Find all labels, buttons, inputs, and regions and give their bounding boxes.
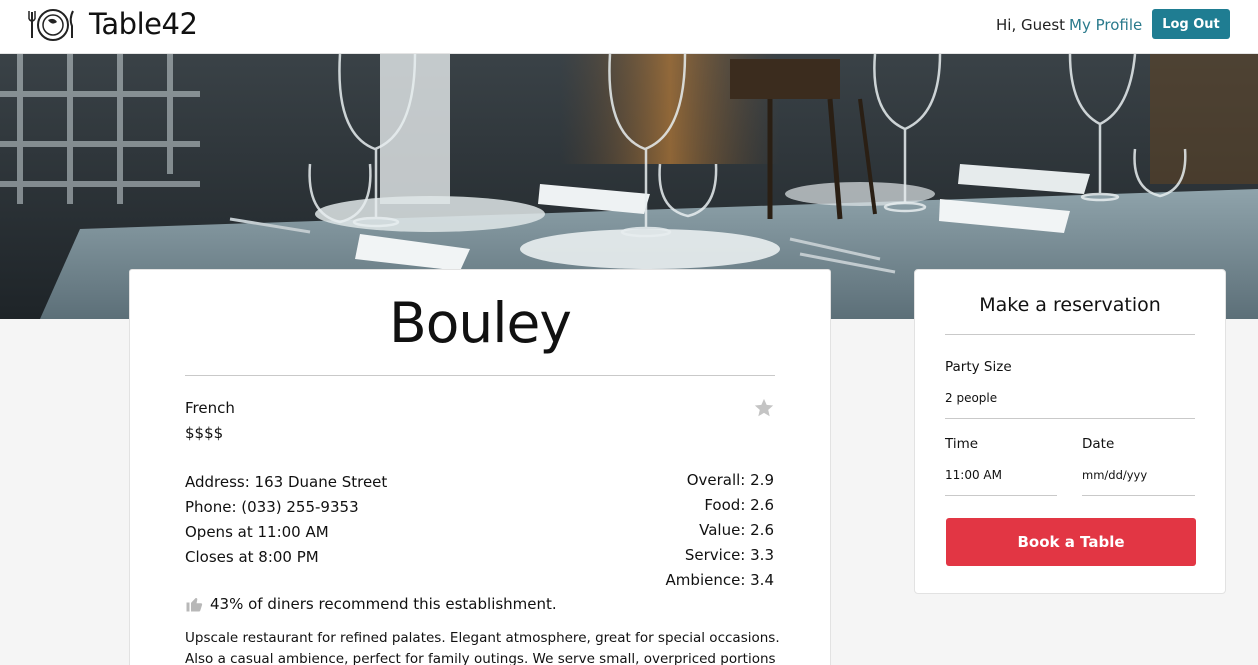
date-label: Date: [1082, 436, 1115, 452]
plate-fork-knife-icon[interactable]: [28, 6, 76, 44]
party-size-select[interactable]: 2 people: [945, 390, 1195, 419]
top-navbar: Table42 Hi, Guest My Profile Log Out: [0, 0, 1258, 54]
recommendation-text: 43% of diners recommend this establishme…: [210, 595, 557, 613]
rating-food: Food: 2.6: [704, 496, 774, 514]
reservation-title: Make a reservation: [979, 294, 1161, 316]
recommendation-row: 43% of diners recommend this establishme…: [185, 594, 557, 614]
star-icon[interactable]: [753, 397, 775, 419]
divider: [945, 334, 1195, 335]
party-size-label: Party Size: [945, 359, 1012, 375]
rating-service: Service: 3.3: [684, 546, 774, 564]
log-out-button[interactable]: Log Out: [1152, 9, 1230, 39]
cuisine-label: French: [185, 399, 235, 417]
user-greeting: Hi, Guest: [996, 16, 1066, 34]
time-label: Time: [945, 436, 979, 452]
restaurant-info-card: Bouley French $$$$ Address: 163 Duane St…: [129, 269, 831, 665]
ratings-list: Overall: 2.9 Food: 2.6 Value: 2.6 Servic…: [666, 468, 774, 593]
date-input[interactable]: mm/dd/yyy: [1082, 467, 1195, 496]
restaurant-name: Bouley: [389, 291, 572, 355]
phone: Phone: (033) 255-9353: [185, 498, 359, 516]
divider: [185, 375, 775, 376]
rating-overall: Overall: 2.9: [686, 471, 774, 489]
my-profile-link[interactable]: My Profile: [1069, 16, 1142, 34]
opening-time: Opens at 11:00 AM: [185, 523, 329, 541]
thumbs-up-icon: [186, 598, 203, 612]
price-level: $$$$: [185, 424, 224, 442]
contact-details: Address: 163 Duane Street Phone: (033) 2…: [185, 470, 387, 570]
rating-ambience: Ambience: 3.4: [665, 571, 774, 589]
restaurant-description: Upscale restaurant for refined palates. …: [185, 630, 780, 665]
time-select[interactable]: 11:00 AM: [945, 467, 1057, 496]
address: Address: 163 Duane Street: [185, 473, 388, 491]
closing-time: Closes at 8:00 PM: [185, 548, 319, 566]
reservation-card: Make a reservation Party Size 2 people T…: [914, 269, 1226, 594]
brand-title[interactable]: Table42: [89, 7, 198, 41]
rating-value: Value: 2.6: [699, 521, 774, 539]
book-table-button[interactable]: Book a Table: [946, 518, 1196, 566]
